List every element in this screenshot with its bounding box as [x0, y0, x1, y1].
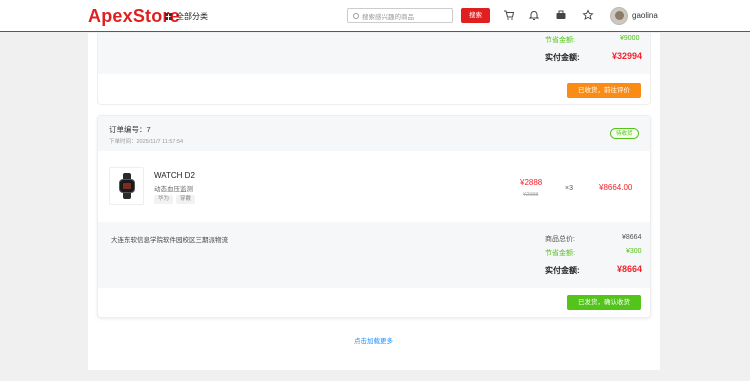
star-icon[interactable] [581, 9, 595, 23]
product-description: 动态血压监测 [154, 186, 193, 193]
savings-label: 节省金额: [545, 250, 575, 257]
product-quantity: ×3 [565, 185, 573, 192]
order-card-previous: 节省金额: ¥9000 实付金额: ¥32994 已收货，前往评价 [97, 33, 651, 105]
product-original-price: ¥2988 [523, 192, 539, 198]
total-label: 商品总价: [545, 236, 575, 243]
paid-label: 实付金额: [545, 266, 580, 275]
confirm-receipt-button[interactable]: 已发货，确认收货 [567, 295, 641, 310]
savings-value: ¥9000 [620, 35, 640, 42]
top-header: ApexStore 全部分类 搜索感兴趣的商品 搜索 gaolina [0, 0, 750, 32]
product-tag: 穿戴 [176, 195, 196, 204]
load-more-link[interactable]: 点击加载更多 [354, 335, 393, 345]
order-time: 下单时间：2025/11/7 11:57:54 [109, 139, 184, 145]
cart-icon[interactable] [502, 9, 516, 23]
review-button[interactable]: 已收货，前往评价 [567, 83, 641, 98]
paid-value: ¥8664 [617, 264, 643, 274]
search-placeholder: 搜索感兴趣的商品 [362, 13, 414, 21]
category-menu[interactable]: 全部分类 [165, 11, 208, 22]
grid-icon [165, 13, 172, 20]
paid-label: 实付金额: [545, 53, 580, 62]
product-name[interactable]: WATCH D2 [154, 171, 195, 180]
product-image[interactable] [109, 167, 144, 205]
category-label: 全部分类 [176, 12, 208, 21]
status-badge: 待收货 [610, 128, 639, 139]
bell-icon[interactable] [527, 9, 541, 23]
search-input[interactable]: 搜索感兴趣的商品 [347, 8, 453, 23]
search-button[interactable]: 搜索 [461, 8, 490, 23]
search-icon [353, 12, 359, 19]
savings-label: 节省金额: [545, 37, 575, 44]
username[interactable]: gaolina [632, 11, 658, 20]
product-tag: 华为 [154, 195, 174, 204]
avatar[interactable] [610, 7, 628, 25]
shipping-address: 大连东软信息学院软件园校区三期派物流 [111, 237, 228, 244]
order-card: 订单编号：7 下单时间：2025/11/7 11:57:54 待收货 WATCH… [97, 115, 651, 318]
order-header [98, 116, 650, 151]
total-value: ¥8664 [622, 234, 642, 241]
product-subtotal: ¥8664.00 [599, 183, 633, 192]
savings-value: ¥300 [626, 248, 642, 255]
paid-value: ¥32994 [612, 51, 643, 61]
briefcase-icon[interactable] [554, 9, 568, 23]
product-price: ¥2888 [520, 178, 543, 187]
order-number: 订单编号：7 [109, 125, 151, 134]
watch-icon [119, 173, 135, 199]
